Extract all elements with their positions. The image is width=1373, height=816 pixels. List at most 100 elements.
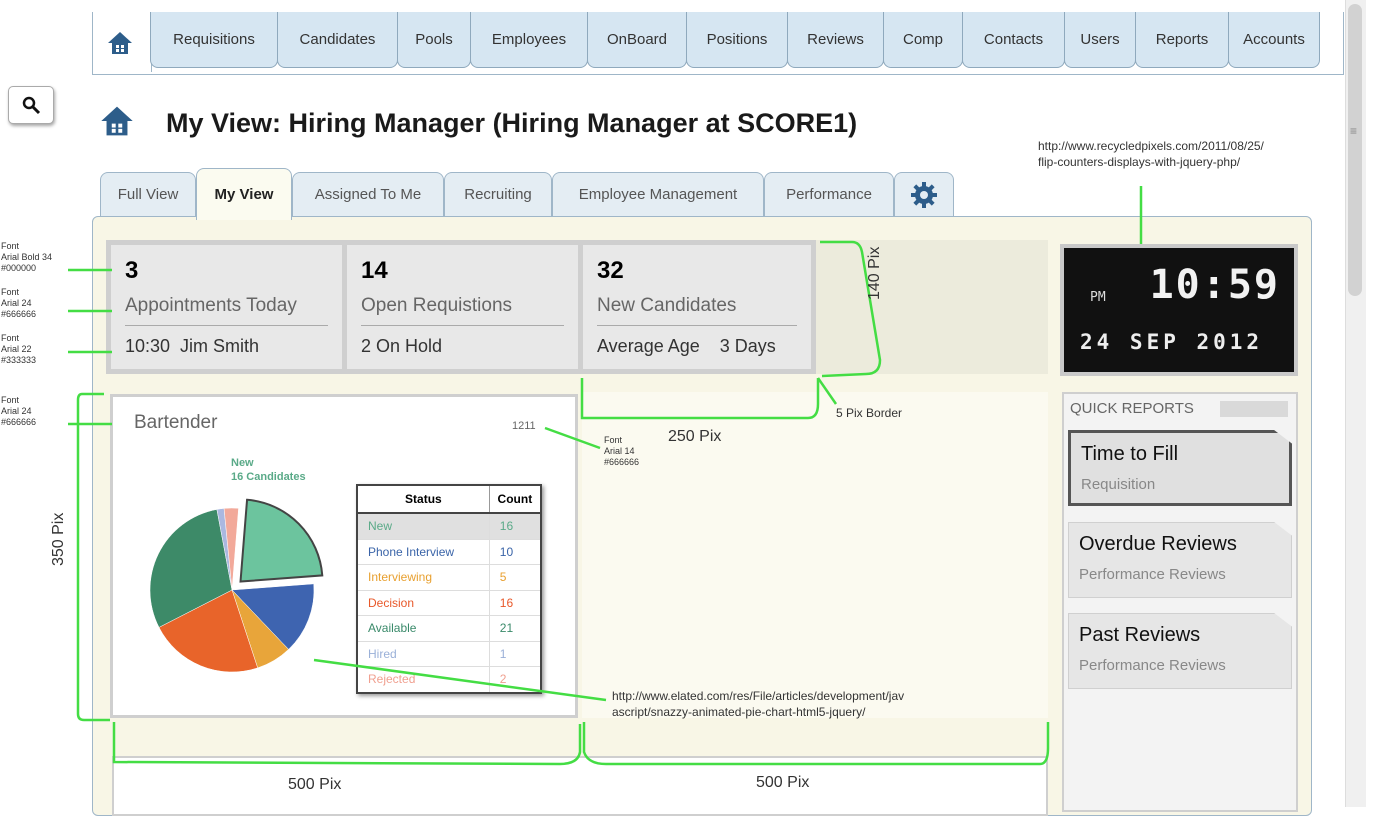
count-cell: 5 xyxy=(489,564,542,591)
stat-label: New Candidates xyxy=(597,295,797,326)
stat-appointments[interactable]: 3 Appointments Today 10:30 Jim Smith xyxy=(111,245,342,369)
pie-callout-label: New xyxy=(231,457,254,469)
table-row[interactable]: Hired 1 xyxy=(357,641,542,667)
table-row[interactable]: Phone Interview 10 xyxy=(357,539,542,565)
status-cell: Phone Interview xyxy=(357,539,490,565)
nav-tab-contacts[interactable]: Contacts xyxy=(962,12,1065,68)
nav-tab-pools[interactable]: Pools xyxy=(397,12,471,68)
annotation-width-500-left: 500 Pix xyxy=(288,776,342,793)
nav-tab-reports[interactable]: Reports xyxy=(1135,12,1229,68)
nav-tab-reviews[interactable]: Reviews xyxy=(787,12,884,68)
nav-home-tab[interactable] xyxy=(92,12,152,72)
flip-clock: PM 10:59 24 SEP 2012 xyxy=(1060,244,1298,376)
annotation-font-4: Font Arial 24 #666666 xyxy=(1,395,37,427)
table-header-status: Status xyxy=(357,485,490,514)
quick-report-overdue-reviews[interactable]: Overdue Reviews Performance Reviews xyxy=(1068,522,1292,598)
annotation-border: 5 Pix Border xyxy=(836,406,903,420)
tab-assigned-to-me[interactable]: Assigned To Me xyxy=(292,172,444,216)
clock-date: 24 SEP 2012 xyxy=(1080,330,1264,354)
clock-time: 10:59 xyxy=(1149,262,1280,308)
status-cell: Interviewing xyxy=(357,564,490,591)
pie-chart[interactable] xyxy=(140,490,340,690)
nav-tab-requisitions[interactable]: Requisitions xyxy=(150,12,278,68)
tab-full-view[interactable]: Full View xyxy=(100,172,196,216)
stat-subtext: 10:30 Jim Smith xyxy=(125,336,260,356)
stat-subtext: 2 On Hold xyxy=(361,336,443,356)
quick-report-title: Time to Fill xyxy=(1081,443,1179,465)
status-cell: Rejected xyxy=(357,666,490,693)
nav-tab-comp[interactable]: Comp xyxy=(883,12,963,68)
count-cell: 16 xyxy=(489,513,542,540)
annotation-url-pie: http://www.elated.com/res/File/articles/… xyxy=(612,689,905,719)
count-cell: 16 xyxy=(489,590,542,616)
nav-tab-onboard[interactable]: OnBoard xyxy=(587,12,687,68)
scrollbar-thumb[interactable] xyxy=(1348,4,1362,296)
annotation-height-140: 140 Pix xyxy=(866,246,883,300)
page-title: My View: Hiring Manager (Hiring Manager … xyxy=(166,108,858,138)
resize-grip-icon[interactable]: ≡ xyxy=(1350,124,1357,138)
empty-widget-slot xyxy=(582,392,1048,718)
nav-tab-employees[interactable]: Employees xyxy=(470,12,588,68)
quick-report-title: Past Reviews xyxy=(1079,624,1201,646)
widget-title: Bartender xyxy=(134,412,218,433)
stat-label: Appointments Today xyxy=(125,295,328,326)
table-header-count: Count xyxy=(489,485,542,514)
stats-strip: 3 Appointments Today 10:30 Jim Smith 14 … xyxy=(106,240,816,374)
stat-number: 32 xyxy=(597,257,624,284)
lower-widget-row xyxy=(112,756,1048,816)
stat-number: 3 xyxy=(125,257,139,284)
home-icon xyxy=(108,32,132,54)
tab-my-view[interactable]: My View xyxy=(196,168,292,220)
count-cell: 2 xyxy=(489,666,542,693)
stat-number: 14 xyxy=(361,257,388,284)
status-cell: New xyxy=(357,513,490,540)
status-table: Status Count New 16 Phone Interview 10 Inter… xyxy=(356,484,542,694)
quick-report-subtitle: Performance Reviews xyxy=(1079,566,1226,583)
tab-settings[interactable] xyxy=(894,172,954,216)
annotation-width-250: 250 Pix xyxy=(668,428,722,445)
annotation-font-1: Font Arial Bold 34 #000000 xyxy=(1,241,53,273)
quick-report-past-reviews[interactable]: Past Reviews Performance Reviews xyxy=(1068,613,1292,689)
widget-code: 1211 xyxy=(512,420,536,432)
nav-tab-candidates[interactable]: Candidates xyxy=(277,12,398,68)
annotation-height-350: 350 Pix xyxy=(50,512,67,566)
stat-new-candidates[interactable]: 32 New Candidates Average Age 3 Days xyxy=(583,245,811,369)
table-row[interactable]: Rejected 2 xyxy=(357,666,542,693)
gear-icon xyxy=(911,181,937,208)
tab-recruiting[interactable]: Recruiting xyxy=(444,172,552,216)
nav-tab-users[interactable]: Users xyxy=(1064,12,1136,68)
quick-report-time-to-fill[interactable]: Time to Fill Requisition xyxy=(1068,430,1292,506)
status-cell: Hired xyxy=(357,641,490,667)
clock-ampm: PM xyxy=(1090,290,1106,305)
quick-report-subtitle: Performance Reviews xyxy=(1079,657,1226,674)
count-cell: 10 xyxy=(489,539,542,565)
stat-open-requisitions[interactable]: 14 Open Requistions 2 On Hold xyxy=(347,245,578,369)
search-button[interactable] xyxy=(8,86,54,124)
nav-tab-positions[interactable]: Positions xyxy=(686,12,788,68)
nav-tab-accounts[interactable]: Accounts xyxy=(1228,12,1320,68)
annotation-font-3: Font Arial 22 #333333 xyxy=(1,333,37,365)
stat-label: Open Requistions xyxy=(361,295,564,326)
count-cell: 21 xyxy=(489,615,542,642)
count-cell: 1 xyxy=(489,641,542,667)
pie-slice-new[interactable] xyxy=(239,498,324,583)
quick-reports-heading: QUICK REPORTS xyxy=(1070,400,1194,417)
page-home-icon xyxy=(101,106,133,136)
pie-callout-sublabel: 16 Candidates xyxy=(231,471,306,483)
stat-subtext: Average Age 3 Days xyxy=(597,336,776,356)
quick-reports-header-bar xyxy=(1220,401,1288,417)
annotation-width-500-right: 500 Pix xyxy=(756,774,810,791)
table-row[interactable]: Interviewing 5 xyxy=(357,564,542,591)
table-row[interactable]: Available 21 xyxy=(357,615,542,642)
stats-extension-area xyxy=(816,240,1048,374)
search-icon xyxy=(22,96,41,115)
table-row[interactable]: New 16 xyxy=(357,513,542,540)
quick-report-subtitle: Requisition xyxy=(1081,476,1156,493)
status-cell: Available xyxy=(357,615,490,642)
tab-performance[interactable]: Performance xyxy=(764,172,894,216)
table-row[interactable]: Decision 16 xyxy=(357,590,542,616)
status-cell: Decision xyxy=(357,590,490,616)
annotation-url-clock: http://www.recycledpixels.com/2011/08/25… xyxy=(1038,139,1264,169)
tab-employee-management[interactable]: Employee Management xyxy=(552,172,764,216)
annotation-font-2: Font Arial 24 #666666 xyxy=(1,287,37,319)
